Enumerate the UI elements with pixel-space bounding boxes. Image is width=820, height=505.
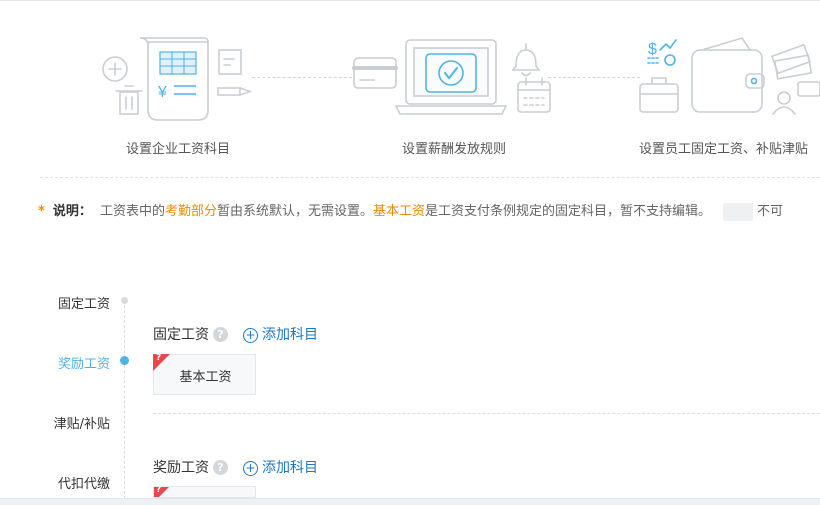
step3-illustration: $ — [639, 37, 820, 115]
step-set-employee-fixed-salary: $ 设置员工固定工资、补贴津贴 — [612, 28, 820, 164]
section-title-text: 奖励工资 — [153, 460, 209, 476]
help-icon[interactable]: ? — [213, 460, 228, 475]
section-title-fixed-salary: 固定工资? — [153, 324, 228, 344]
question-badge-icon: ? — [156, 486, 162, 495]
note-text: 工资表中的 — [99, 204, 165, 219]
salary-item-name: 基本工资 — [179, 370, 232, 385]
salary-item-card[interactable]: ? — [153, 486, 256, 498]
nav-item-allowance[interactable]: 津贴/补贴 — [0, 413, 110, 432]
nav-item-withholding[interactable]: 代扣代缴 — [0, 473, 110, 492]
nav-dot-active — [120, 356, 129, 365]
step1-illustration: ¥ — [102, 37, 253, 121]
user-icon — [772, 91, 796, 115]
note-title: 说明： — [52, 204, 92, 219]
plus-icon — [102, 56, 128, 82]
section-divider — [153, 413, 820, 414]
plus-circle-icon: + — [243, 328, 258, 343]
note-highlight: 基本工资 — [373, 204, 426, 219]
nav-item-bonus-salary[interactable]: 奖励工资 — [0, 353, 110, 372]
svg-text:¥: ¥ — [157, 84, 167, 101]
note-text: 暂由系统默认，无需设置。 — [217, 204, 374, 219]
pencil-icon — [217, 87, 253, 96]
credit-card-icon — [352, 57, 398, 89]
cash-stack-icon — [770, 43, 820, 97]
plus-circle-icon: + — [243, 461, 258, 476]
payroll-document-icon: ¥ — [139, 37, 209, 121]
info-note: * 说明： 工资表中的考勤部分暂由系统默认，无需设置。基本工资是工资支付条例规定的… — [38, 200, 820, 221]
category-nav: 固定工资 奖励工资 津贴/补贴 代扣代缴 — [0, 280, 140, 504]
required-star: * — [38, 204, 45, 219]
add-item-button[interactable]: + 添加科目 — [243, 457, 318, 477]
add-item-label: 添加科目 — [262, 460, 318, 476]
question-badge-icon: ? — [156, 353, 162, 363]
step-label: 设置薪酬发放规则 — [401, 142, 506, 157]
sample-swatch — [723, 202, 754, 221]
note-highlight: 考勤部分 — [164, 204, 217, 219]
edit-icon — [218, 49, 242, 75]
help-icon[interactable]: ? — [213, 327, 228, 342]
step-label: 设置企业工资科目 — [125, 142, 230, 157]
money-stats-icon: $ — [647, 39, 677, 66]
note-text: 是工资支付条例规定的固定科目，暂不支持编辑。 — [425, 204, 712, 219]
trash-icon — [115, 85, 143, 115]
step-set-salary-items: ¥ 设置企业工资科目 — [58, 28, 298, 164]
nav-timeline — [124, 300, 125, 504]
steps-divider — [40, 177, 820, 178]
step-label: 设置员工固定工资、补贴津贴 — [639, 142, 809, 157]
section-title-bonus-salary: 奖励工资? — [153, 457, 228, 477]
svg-text:$: $ — [648, 41, 657, 58]
step2-illustration — [352, 39, 551, 115]
step-set-payment-rules: 设置薪酬发放规则 — [334, 28, 574, 164]
note-text: 不可 — [757, 204, 784, 219]
bell-icon — [511, 43, 541, 77]
briefcase-icon — [639, 77, 679, 113]
nav-item-fixed-salary[interactable]: 固定工资 — [0, 293, 110, 312]
add-item-label: 添加科目 — [262, 327, 318, 343]
add-item-button[interactable]: + 添加科目 — [243, 324, 318, 344]
wallet-icon — [691, 37, 765, 113]
section-title-text: 固定工资 — [153, 327, 209, 343]
laptop-check-icon — [394, 39, 508, 115]
calendar-icon — [517, 77, 551, 113]
salary-item-card[interactable]: ? 基本工资 — [153, 353, 256, 395]
top-border — [0, 0, 820, 1]
nav-dot — [121, 297, 128, 304]
